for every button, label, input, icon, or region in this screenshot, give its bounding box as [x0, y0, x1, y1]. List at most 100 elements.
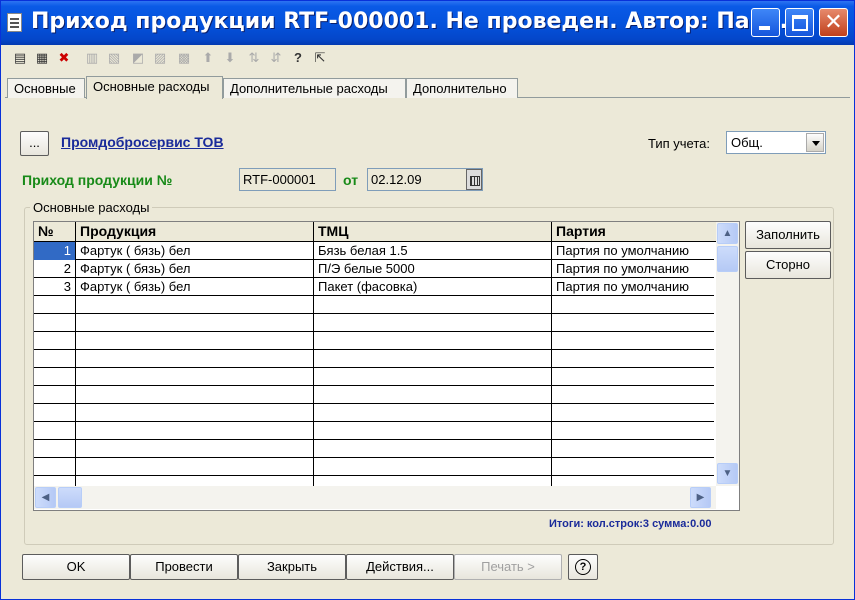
empty-cell[interactable] — [314, 350, 552, 368]
empty-cell[interactable] — [314, 332, 552, 350]
empty-cell[interactable] — [76, 332, 314, 350]
empty-table-row[interactable] — [34, 458, 714, 476]
column-header-product[interactable]: Продукция — [76, 222, 314, 242]
cell-tmc[interactable]: П/Э белые 5000 — [314, 260, 552, 278]
empty-cell[interactable] — [314, 404, 552, 422]
empty-cell[interactable] — [552, 404, 716, 422]
cell-batch[interactable]: Партия по умолчанию — [552, 242, 716, 260]
empty-cell[interactable] — [76, 350, 314, 368]
empty-cell[interactable] — [76, 422, 314, 440]
table-row[interactable]: 3 Фартук ( бязь) бел Пакет (фасовка) Пар… — [34, 278, 714, 296]
post-button[interactable]: Провести — [130, 554, 238, 580]
empty-cell[interactable] — [552, 440, 716, 458]
empty-cell[interactable] — [34, 458, 76, 476]
vertical-scroll-thumb[interactable] — [717, 246, 738, 272]
cell-number[interactable]: 3 — [34, 278, 76, 296]
empty-table-row[interactable] — [34, 440, 714, 458]
empty-cell[interactable] — [34, 422, 76, 440]
empty-cell[interactable] — [34, 296, 76, 314]
column-header-batch[interactable]: Партия — [552, 222, 716, 242]
chevron-down-icon[interactable] — [806, 133, 824, 152]
edit-row-icon[interactable]: ▥ — [83, 49, 101, 67]
help-icon[interactable]: ? — [289, 49, 307, 67]
select-organization-button[interactable]: ... — [20, 131, 49, 156]
empty-cell[interactable] — [552, 458, 716, 476]
tab-main-expenses[interactable]: Основные расходы — [86, 76, 223, 99]
sort-desc-icon[interactable]: ⇵ — [267, 49, 285, 67]
scroll-up-icon[interactable]: ▲ — [717, 223, 738, 244]
calendar-icon[interactable] — [466, 169, 482, 190]
empty-cell[interactable] — [76, 458, 314, 476]
filter-icon[interactable]: ◩ — [129, 49, 147, 67]
delete-row-icon[interactable]: ✖ — [55, 49, 73, 67]
new-row-icon[interactable]: ▤ — [11, 49, 29, 67]
empty-table-row[interactable] — [34, 314, 714, 332]
fill-button[interactable]: Заполнить — [745, 221, 831, 249]
table-row[interactable]: 2 Фартук ( бязь) бел П/Э белые 5000 Парт… — [34, 260, 714, 278]
empty-cell[interactable] — [552, 296, 716, 314]
empty-table-row[interactable] — [34, 350, 714, 368]
empty-cell[interactable] — [314, 314, 552, 332]
empty-cell[interactable] — [76, 296, 314, 314]
empty-cell[interactable] — [314, 422, 552, 440]
empty-cell[interactable] — [34, 332, 76, 350]
minimize-button[interactable] — [751, 8, 780, 37]
empty-cell[interactable] — [34, 404, 76, 422]
close-window-button[interactable]: ✕ — [819, 8, 848, 37]
tree-icon[interactable]: ▩ — [175, 49, 193, 67]
cell-number[interactable]: 2 — [34, 260, 76, 278]
empty-cell[interactable] — [314, 440, 552, 458]
tab-additional-expenses[interactable]: Дополнительные расходы — [223, 78, 406, 98]
storno-button[interactable]: Сторно — [745, 251, 831, 279]
empty-cell[interactable] — [76, 386, 314, 404]
empty-cell[interactable] — [314, 368, 552, 386]
column-header-tmc[interactable]: ТМЦ — [314, 222, 552, 242]
vertical-scrollbar[interactable]: ▲ ▼ — [716, 222, 739, 486]
empty-cell[interactable] — [552, 368, 716, 386]
empty-cell[interactable] — [76, 314, 314, 332]
move-down-icon[interactable]: ⬇ — [221, 49, 239, 67]
empty-cell[interactable] — [34, 350, 76, 368]
horizontal-scrollbar[interactable]: ◀ ▶ — [34, 486, 716, 509]
cell-product[interactable]: Фартук ( бязь) бел — [76, 260, 314, 278]
table-row[interactable]: 1 Фартук ( бязь) бел Бязь белая 1.5 Парт… — [34, 242, 714, 260]
empty-cell[interactable] — [314, 386, 552, 404]
empty-table-row[interactable] — [34, 296, 714, 314]
ok-button[interactable]: OK — [22, 554, 130, 580]
empty-table-row[interactable] — [34, 368, 714, 386]
expenses-table[interactable]: № Продукция ТМЦ Партия 1 Фартук ( бязь) … — [33, 221, 740, 511]
empty-table-row[interactable] — [34, 386, 714, 404]
empty-cell[interactable] — [552, 332, 716, 350]
empty-cell[interactable] — [34, 368, 76, 386]
scroll-down-icon[interactable]: ▼ — [717, 463, 738, 484]
scroll-right-icon[interactable]: ▶ — [690, 487, 711, 508]
cell-product[interactable]: Фартук ( бязь) бел — [76, 278, 314, 296]
empty-cell[interactable] — [314, 296, 552, 314]
empty-cell[interactable] — [552, 386, 716, 404]
empty-cell[interactable] — [552, 350, 716, 368]
empty-table-row[interactable] — [34, 422, 714, 440]
empty-cell[interactable] — [314, 458, 552, 476]
horizontal-scroll-thumb[interactable] — [58, 487, 82, 508]
sort-asc-icon[interactable]: ⇅ — [245, 49, 263, 67]
empty-cell[interactable] — [34, 314, 76, 332]
doc-number-field[interactable]: RTF-000001 — [239, 168, 336, 191]
print-button[interactable]: Печать > — [454, 554, 562, 580]
empty-cell[interactable] — [552, 422, 716, 440]
actions-button[interactable]: Действия... — [346, 554, 454, 580]
empty-cell[interactable] — [34, 386, 76, 404]
empty-cell[interactable] — [76, 440, 314, 458]
empty-cell[interactable] — [34, 440, 76, 458]
cell-batch[interactable]: Партия по умолчанию — [552, 278, 716, 296]
whats-this-icon[interactable]: ⇱ — [311, 49, 329, 67]
cell-product[interactable]: Фартук ( бязь) бел — [76, 242, 314, 260]
tab-main[interactable]: Основные — [7, 78, 85, 98]
account-type-select[interactable]: Общ. — [726, 131, 826, 154]
organization-link[interactable]: Промдобросервис ТОВ — [61, 134, 224, 150]
tab-additional[interactable]: Дополнительно — [406, 78, 518, 98]
column-header-number[interactable]: № — [34, 222, 76, 242]
cell-batch[interactable]: Партия по умолчанию — [552, 260, 716, 278]
copy-row-icon[interactable]: ▦ — [33, 49, 51, 67]
group-icon[interactable]: ▨ — [151, 49, 169, 67]
move-up-icon[interactable]: ⬆ — [199, 49, 217, 67]
